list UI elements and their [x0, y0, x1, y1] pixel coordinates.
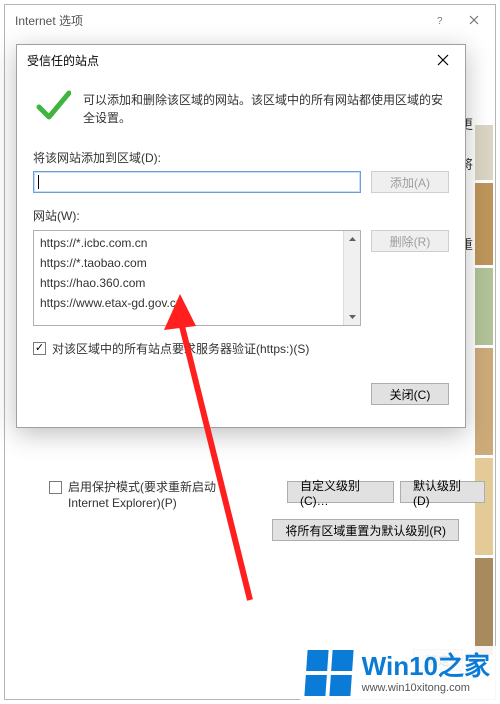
add-site-input[interactable]: [33, 171, 361, 193]
sites-listbox[interactable]: https://*.icbc.com.cn https://*.taobao.c…: [33, 230, 361, 326]
watermark-text: Win10之家 www.win10xitong.com: [362, 653, 490, 694]
parent-window-controls: ?: [423, 6, 491, 34]
reset-zones-button[interactable]: 将所有区域重置为默认级别(R): [272, 519, 459, 541]
sites-list-items: https://*.icbc.com.cn https://*.taobao.c…: [34, 231, 343, 325]
dialog-title: 受信任的站点: [27, 52, 425, 69]
verify-https-label: 对该区域中的所有站点要求服务器验证(https:)(S): [52, 340, 309, 357]
close-button[interactable]: 关闭(C): [371, 383, 449, 405]
add-button[interactable]: 添加(A): [371, 171, 449, 193]
protected-mode-row: 启用保护模式(要求重新启动 Internet Explorer)(P): [49, 479, 259, 511]
scroll-down-icon[interactable]: [344, 308, 360, 325]
level-buttons-row: 自定义级别(C)… 默认级别(D): [287, 481, 485, 503]
close-icon[interactable]: [457, 6, 491, 34]
parent-titlebar: Internet 选项 ?: [5, 5, 495, 35]
list-item[interactable]: https://www.etax-gd.gov.cn: [40, 293, 337, 313]
reset-zones-row: 将所有区域重置为默认级别(R): [272, 519, 459, 541]
list-item[interactable]: https://*.taobao.com: [40, 253, 337, 273]
protected-mode-checkbox[interactable]: [49, 481, 62, 494]
remove-button[interactable]: 删除(R): [371, 230, 449, 252]
watermark: Win10之家 www.win10xitong.com: [300, 646, 496, 700]
close-icon[interactable]: [425, 47, 461, 73]
verify-https-row: 对该区域中的所有站点要求服务器验证(https:)(S): [33, 340, 449, 357]
windows-logo-icon: [304, 650, 353, 696]
add-site-row: 添加(A): [33, 171, 449, 193]
watermark-main: Win10之家: [362, 653, 490, 679]
dialog-info-text: 可以添加和删除该区域的网站。该区域中的所有网站都使用区域的安全设置。: [83, 87, 447, 127]
list-item[interactable]: https://*.icbc.com.cn: [40, 233, 337, 253]
scroll-up-icon[interactable]: [344, 231, 360, 248]
verify-https-checkbox[interactable]: [33, 342, 46, 355]
listbox-scrollbar[interactable]: [343, 231, 360, 325]
sites-label: 网站(W):: [33, 207, 449, 224]
add-site-label: 将该网站添加到区域(D):: [33, 149, 449, 166]
dialog-footer: 关闭(C): [33, 383, 449, 405]
text-caret-icon: [38, 175, 39, 189]
parent-title: Internet 选项: [15, 12, 423, 29]
checkmark-icon: [35, 87, 71, 123]
watermark-sub: www.win10xitong.com: [362, 683, 490, 694]
custom-level-button[interactable]: 自定义级别(C)…: [287, 481, 394, 503]
help-icon[interactable]: ?: [423, 6, 457, 34]
dialog-titlebar: 受信任的站点: [17, 45, 465, 75]
default-level-button[interactable]: 默认级别(D): [400, 481, 485, 503]
svg-text:?: ?: [437, 16, 443, 25]
trusted-sites-dialog: 受信任的站点 可以添加和删除该区域的网站。该区域中的所有网站都使用区域的安全设置…: [16, 44, 466, 428]
sites-list-row: https://*.icbc.com.cn https://*.taobao.c…: [33, 230, 449, 326]
list-item[interactable]: https://hao.360.com: [40, 273, 337, 293]
protected-mode-label: 启用保护模式(要求重新启动 Internet Explorer)(P): [68, 479, 238, 511]
dialog-info-row: 可以添加和删除该区域的网站。该区域中的所有网站都使用区域的安全设置。: [33, 81, 449, 145]
dialog-body: 可以添加和删除该区域的网站。该区域中的所有网站都使用区域的安全设置。 将该网站添…: [17, 75, 465, 415]
